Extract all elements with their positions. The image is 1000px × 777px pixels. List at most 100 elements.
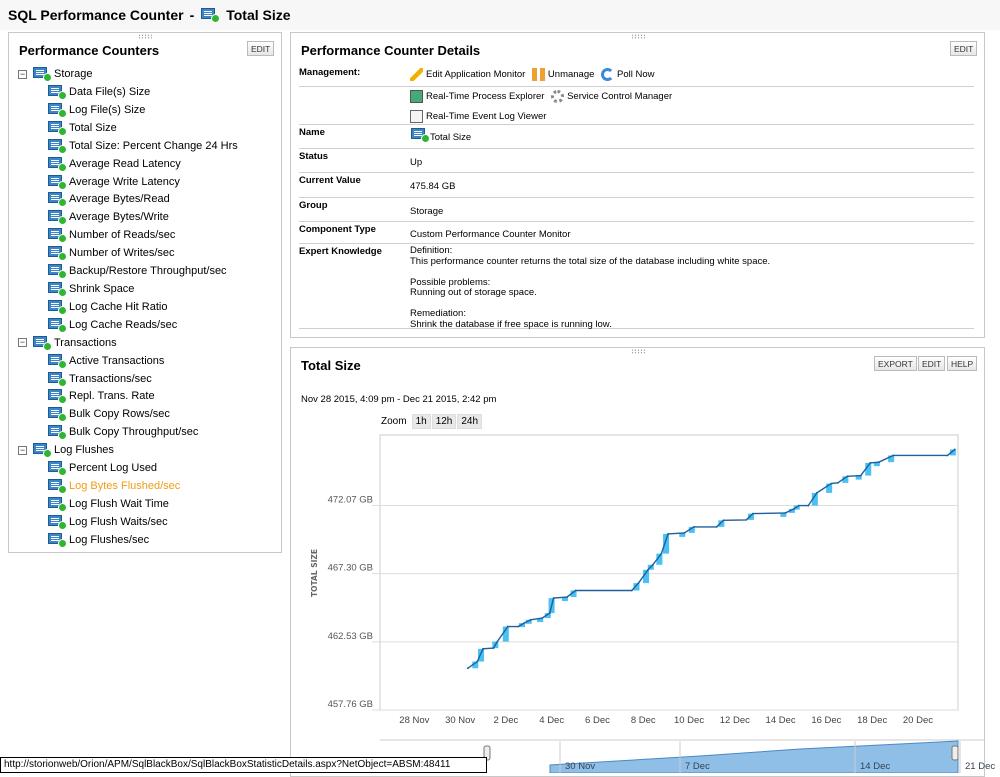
pencil-icon xyxy=(410,68,423,81)
tree-item[interactable]: Data File(s) Size xyxy=(47,83,150,101)
management-row: Management: Edit Application Monitor Unm… xyxy=(299,65,974,87)
tree-item[interactable]: Log Flush Wait Time xyxy=(47,495,169,513)
perf-counter-icon xyxy=(47,156,67,172)
tree-label: Log Flush Wait Time xyxy=(69,497,169,510)
panel-title: Total Size xyxy=(301,358,361,373)
edit-button[interactable]: EDIT xyxy=(918,356,946,371)
help-button[interactable]: HELP xyxy=(947,356,978,371)
perf-counter-icon xyxy=(32,442,52,459)
tree-item[interactable]: Backup/Restore Throughput/sec xyxy=(47,262,227,280)
zoom-controls: Zoom 1h 12h 24h xyxy=(381,414,483,429)
tree-item[interactable]: Average Read Latency xyxy=(47,155,181,173)
panel-title: Performance Counter Details xyxy=(301,43,481,58)
perf-counter-icon xyxy=(47,478,67,494)
perf-counter-icon xyxy=(47,120,67,136)
remediation-text: Shrink the database if free space is run… xyxy=(410,318,612,330)
tree-item[interactable]: Log Flushes/sec xyxy=(47,531,149,549)
row-label: Expert Knowledge xyxy=(299,246,382,257)
tree-label: Backup/Restore Throughput/sec xyxy=(69,265,227,277)
tree-group-log-flushes[interactable]: − Log Flushes xyxy=(18,441,114,459)
collapse-icon[interactable]: − xyxy=(18,69,27,79)
tree-item[interactable]: Log Flush Waits/sec xyxy=(47,513,168,531)
performance-counters-panel: Performance Counters EDIT − Storage Data F… xyxy=(8,32,282,553)
zoom-24h-button[interactable]: 24h xyxy=(457,414,483,429)
tree-item[interactable]: Total Size: Percent Change 24 Hrs xyxy=(47,137,238,155)
export-button[interactable]: EXPORT xyxy=(874,356,917,371)
tree-group-transactions[interactable]: − Transactions xyxy=(18,334,117,352)
tree-item[interactable]: Total Size xyxy=(47,119,117,137)
collapse-icon[interactable]: − xyxy=(18,445,27,455)
tree-item[interactable]: Number of Reads/sec xyxy=(47,226,175,244)
link-label: Unmanage xyxy=(547,69,595,80)
perf-counter-icon xyxy=(47,406,67,423)
tree-item[interactable]: Percent Log Used xyxy=(47,459,157,477)
tree-item[interactable]: Log File(s) Size xyxy=(47,101,145,119)
edit-button[interactable]: EDIT xyxy=(247,41,275,56)
row-value: Custom Performance Counter Monitor xyxy=(410,229,571,240)
link-label: Real-Time Event Log Viewer xyxy=(426,111,547,122)
detail-row-name: Name Total Size xyxy=(299,125,974,149)
link-label: Real-Time Process Explorer xyxy=(426,91,545,102)
collapse-icon[interactable]: − xyxy=(18,338,27,348)
event-log-icon xyxy=(410,110,423,123)
edit-application-monitor-link[interactable]: Edit Application Monitor xyxy=(410,68,525,81)
drag-handle[interactable] xyxy=(630,34,645,39)
link-label: Edit Application Monitor xyxy=(426,69,526,80)
tree-label: Shrink Space xyxy=(69,282,135,295)
tree-label: Log Flush Waits/sec xyxy=(69,515,168,528)
drag-handle[interactable] xyxy=(630,349,645,354)
tree-item[interactable]: Repl. Trans. Rate xyxy=(47,387,155,405)
perf-counter-icon xyxy=(47,371,67,387)
counter-name: Total Size xyxy=(226,7,291,23)
tree-item[interactable]: Bulk Copy Rows/sec xyxy=(47,405,170,423)
tree-item[interactable]: Log Cache Reads/sec xyxy=(47,316,177,334)
panel-title: Performance Counters xyxy=(19,43,160,58)
edit-button[interactable]: EDIT xyxy=(950,41,978,56)
tree-label: Log Cache Hit Ratio xyxy=(69,300,168,313)
tree-item[interactable]: Log Cache Hit Ratio xyxy=(47,298,167,316)
tree-label: Average Write Latency xyxy=(69,175,180,188)
drag-handle[interactable] xyxy=(138,34,152,39)
perf-counter-icon xyxy=(32,66,52,82)
tree-label: Bulk Copy Throughput/sec xyxy=(69,426,199,439)
page-title: SQL Performance Counter xyxy=(8,7,184,23)
perf-counter-icon xyxy=(47,245,67,262)
detail-row-group: Group Storage xyxy=(299,198,974,222)
tree-label: Transactions xyxy=(54,336,117,349)
tree-item[interactable]: Number of Writes/sec xyxy=(47,244,175,262)
tree-group-storage[interactable]: − Storage xyxy=(18,65,93,83)
perf-counter-icon xyxy=(32,335,52,351)
page-header: SQL Performance Counter - Total Size xyxy=(0,0,1000,30)
row-label: Name xyxy=(299,127,325,138)
row-value: Total Size xyxy=(430,132,472,143)
remediation-heading: Remediation: xyxy=(410,308,466,319)
event-log-viewer-link[interactable]: Real-Time Event Log Viewer xyxy=(410,110,546,123)
perf-counter-icon xyxy=(47,84,67,100)
zoom-1h-button[interactable]: 1h xyxy=(411,414,431,429)
process-explorer-link[interactable]: Real-Time Process Explorer xyxy=(410,90,544,103)
tree-item[interactable]: Active Transactions xyxy=(47,352,164,370)
tree-item[interactable]: Average Bytes/Write xyxy=(47,208,169,226)
perf-counter-icon xyxy=(410,127,430,143)
tree-item[interactable]: Shrink Space xyxy=(47,280,134,298)
perf-counter-icon xyxy=(47,424,67,441)
counter-details-panel: Performance Counter Details EDIT Managem… xyxy=(290,32,985,338)
tree-label: Active Transactions xyxy=(69,354,165,367)
tree-item[interactable]: Bulk Copy Throughput/sec xyxy=(47,423,198,441)
row-label: Status xyxy=(299,151,329,162)
tree-item[interactable]: Average Write Latency xyxy=(47,173,180,191)
tree-label: Transactions/sec xyxy=(69,372,152,385)
perf-counter-icon xyxy=(200,7,221,23)
link-label: Poll Now xyxy=(617,69,655,80)
tree-item[interactable]: Transactions/sec xyxy=(47,370,152,388)
zoom-12h-button[interactable]: 12h xyxy=(431,414,457,429)
service-control-manager-link[interactable]: Service Control Manager xyxy=(551,90,672,103)
tree-label: Percent Log Used xyxy=(69,462,158,475)
unmanage-link[interactable]: Unmanage xyxy=(531,68,595,81)
tree-item[interactable]: Log Bytes Flushed/sec xyxy=(47,477,180,495)
poll-now-link[interactable]: Poll Now xyxy=(601,68,655,81)
perf-counter-icon xyxy=(47,353,67,369)
tree-label: Bulk Copy Rows/sec xyxy=(69,408,170,421)
perf-counter-icon xyxy=(47,174,67,190)
tree-item[interactable]: Average Bytes/Read xyxy=(47,190,170,208)
